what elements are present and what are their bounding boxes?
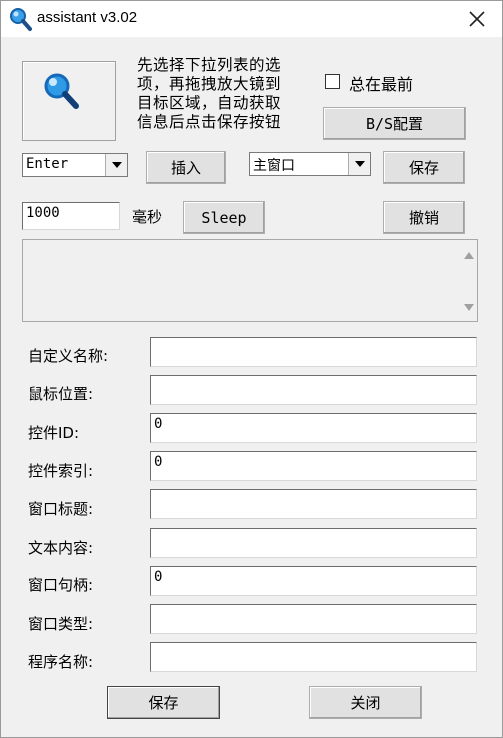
combo-arrow[interactable] bbox=[348, 153, 370, 175]
window-handle-label: 窗口句柄: bbox=[28, 576, 94, 594]
sleep-button[interactable]: Sleep bbox=[183, 201, 265, 234]
key-combo-value: Enter bbox=[26, 156, 69, 172]
undo-button[interactable]: 撤销 bbox=[383, 201, 465, 234]
close-icon bbox=[469, 11, 485, 27]
control-id-label: 控件ID: bbox=[28, 424, 80, 442]
window-class-label: 窗口类型: bbox=[28, 615, 94, 633]
text-content-field[interactable] bbox=[150, 528, 477, 558]
magnifier-icon bbox=[44, 73, 79, 109]
mouse-position-label: 鼠标位置: bbox=[28, 385, 94, 403]
instruction-line: 信息后点击保存按钮 bbox=[137, 113, 282, 131]
key-combo[interactable]: Enter bbox=[22, 153, 128, 177]
assistant-window: assistant v3.02 先选择下拉列表的选 项，再拖拽放大镜到 目标区域… bbox=[0, 0, 503, 738]
bs-config-button[interactable]: B/S配置 bbox=[323, 107, 466, 140]
scroll-down-icon[interactable] bbox=[464, 304, 474, 311]
window-combo-value: 主窗口 bbox=[253, 158, 295, 174]
instruction-line: 目标区域，自动获取 bbox=[137, 94, 282, 112]
window-combo[interactable]: 主窗口 bbox=[249, 152, 371, 176]
control-id-field[interactable]: 0 bbox=[150, 413, 477, 443]
chevron-down-icon bbox=[354, 161, 365, 167]
program-name-label: 程序名称: bbox=[28, 653, 94, 671]
save-bottom-button[interactable]: 保存 bbox=[107, 686, 220, 719]
window-title-label: 窗口标题: bbox=[28, 500, 94, 518]
instruction-line: 先选择下拉列表的选 bbox=[137, 56, 282, 74]
delay-input[interactable]: 1000 bbox=[22, 202, 120, 230]
custom-name-label: 自定义名称: bbox=[28, 347, 109, 365]
close-button[interactable]: 关闭 bbox=[309, 686, 422, 719]
always-on-top-checkbox[interactable] bbox=[325, 74, 340, 89]
magnifier-drag-target[interactable] bbox=[22, 61, 116, 141]
program-name-field[interactable] bbox=[150, 642, 477, 672]
always-on-top-label: 总在最前 bbox=[349, 75, 414, 94]
combo-arrow[interactable] bbox=[105, 154, 127, 176]
instructions: 先选择下拉列表的选 项，再拖拽放大镜到 目标区域，自动获取 信息后点击保存按钮 bbox=[137, 56, 309, 132]
title-bar[interactable]: assistant v3.02 bbox=[1, 1, 502, 37]
vertical-scrollbar[interactable] bbox=[460, 240, 477, 321]
control-index-field[interactable]: 0 bbox=[150, 451, 477, 481]
delay-unit-label: 毫秒 bbox=[132, 208, 163, 226]
save-top-button[interactable]: 保存 bbox=[383, 151, 465, 184]
window-title: assistant v3.02 bbox=[37, 9, 138, 26]
control-index-label: 控件索引: bbox=[28, 462, 94, 480]
script-output-area[interactable] bbox=[22, 239, 478, 322]
chevron-down-icon bbox=[111, 162, 122, 168]
mouse-position-field[interactable] bbox=[150, 375, 477, 405]
insert-button[interactable]: 插入 bbox=[146, 151, 226, 184]
window-close-button[interactable] bbox=[457, 3, 497, 35]
magnifier-icon bbox=[10, 8, 32, 31]
window-class-field[interactable] bbox=[150, 604, 477, 634]
window-handle-field[interactable]: 0 bbox=[150, 566, 477, 596]
custom-name-field[interactable] bbox=[150, 337, 477, 367]
window-title-field[interactable] bbox=[150, 489, 477, 519]
instruction-line: 项，再拖拽放大镜到 bbox=[137, 75, 282, 93]
scroll-up-icon[interactable] bbox=[464, 252, 474, 259]
text-content-label: 文本内容: bbox=[28, 539, 94, 557]
